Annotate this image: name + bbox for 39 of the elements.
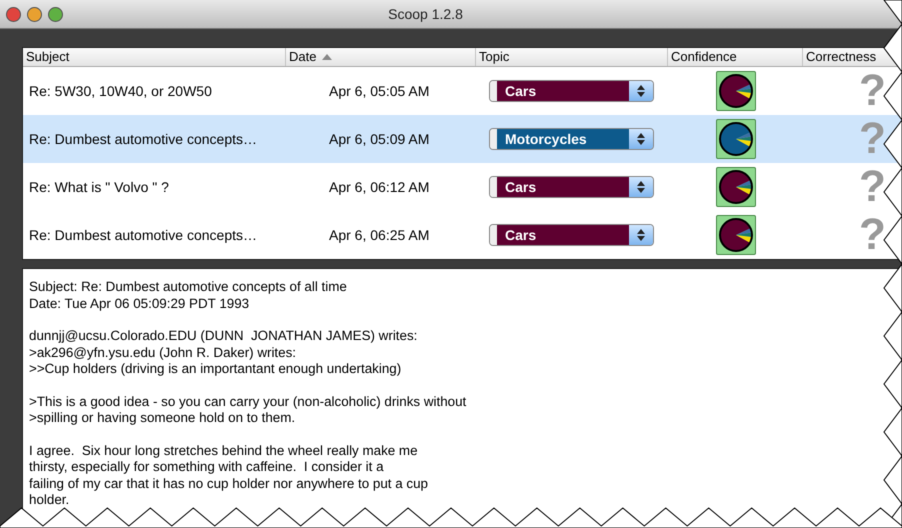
message-line: >ak296@yfn.ysu.edu (John R. Daker) writes:	[29, 344, 298, 361]
table-row[interactable]: Re: What is " Volvo " ? Apr 6, 06:12 AM Cars ?	[23, 163, 902, 211]
minimize-button[interactable]	[27, 6, 42, 22]
date-cell-text: Apr 6, 05:05 AM	[328, 83, 430, 99]
column-header[interactable]: Subject	[23, 48, 286, 66]
column-header[interactable]: Confidence	[668, 48, 803, 66]
stepper-arrows-icon	[637, 85, 645, 97]
message-line: I agree. Six hour long stretches behind the wheel really make me	[29, 442, 419, 459]
column-header[interactable]: Topic	[476, 48, 668, 66]
date-cell-text: Apr 6, 06:12 AM	[328, 179, 430, 195]
message-line: >>Cup holders (driving is an importantant enough undertaking)	[29, 361, 402, 378]
message-line: Date: Tue Apr 06 05:09:29 PDT 1993	[29, 296, 250, 312]
message-line: holder.	[29, 492, 70, 508]
subject-cell-text: Re: Dumbest automotive concepts…	[28, 227, 258, 243]
date-cell-text: Apr 6, 06:25 AM	[328, 227, 430, 243]
date-cell-text: Apr 6, 05:09 AM	[328, 131, 430, 147]
subject-cell-text: Re: 5W30, 10W40, or 20W50	[28, 83, 213, 99]
message-line: failing of my car that it has no cup holder nor anywhere to put a cup	[29, 476, 429, 492]
message-line: dunnjj@ucsu.Colorado.EDU (DUNN JONATHAN JAMES) writes:	[29, 328, 418, 344]
topic-dropdown[interactable]: Motorcycles	[489, 128, 654, 150]
message-line: Subject: Re: Dumbest automotive concepts of all time	[29, 279, 348, 296]
close-button[interactable]	[6, 6, 21, 22]
stepper-arrows-icon	[637, 181, 645, 193]
stepper-arrows-icon	[637, 133, 645, 145]
stepper-arrows-icon	[637, 229, 645, 241]
topic-dropdown[interactable]: Cars	[489, 80, 654, 102]
column-header[interactable]: Date	[286, 48, 476, 66]
subject-cell-text: Re: Dumbest automotive concepts…	[28, 131, 258, 147]
table-row[interactable]: Re: 5W30, 10W40, or 20W50 Apr 6, 05:05 AM Cars ?	[23, 67, 902, 115]
message-line: >This is a good idea - so you can carry your (non-alcoholic) drinks without	[29, 394, 468, 410]
topic-dropdown[interactable]: Cars	[489, 224, 654, 246]
topic-dropdown[interactable]: Cars	[489, 176, 654, 198]
window-title: Scoop 1.2.8	[387, 6, 464, 22]
message-line: thirsty, especially for something with caffeine. I consider it a	[29, 459, 385, 476]
message-line: >spilling or having someone hold on to them.	[29, 410, 296, 426]
zoom-button[interactable]	[48, 6, 63, 22]
table-row[interactable]: Re: Dumbest automotive concepts… Apr 6, 06:25 AM Cars ?	[23, 211, 902, 259]
table-row[interactable]: Re: Dumbest automotive concepts… Apr 6, 05:09 AM Motorcycles ?	[23, 115, 902, 163]
subject-cell-text: Re: What is " Volvo " ?	[28, 179, 170, 195]
